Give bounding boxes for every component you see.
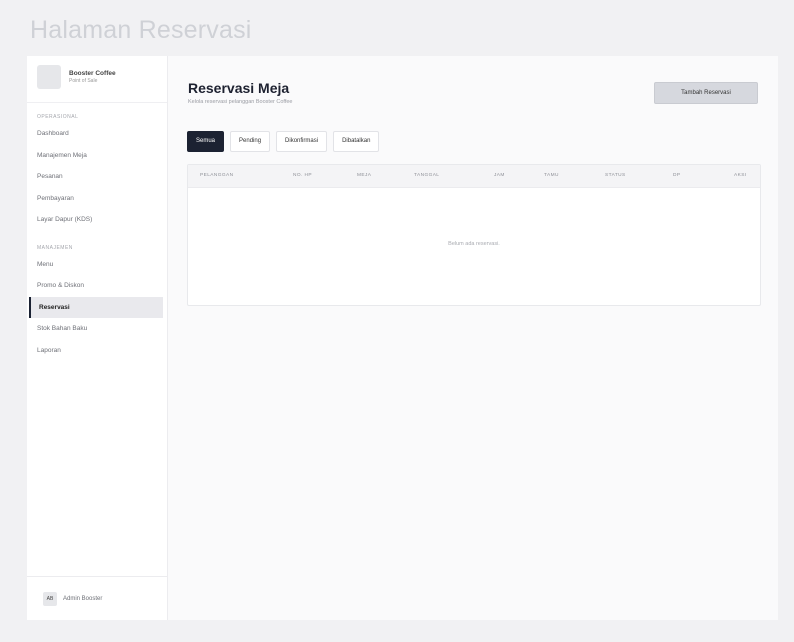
column-header-dp[interactable]: DP (673, 165, 680, 187)
app-window: Booster Coffee Point of Sale OPERASIONAL… (27, 56, 778, 620)
user-name: Admin Booster (63, 595, 103, 602)
brand-logo (37, 65, 61, 89)
sidebar-item-laporan[interactable]: Laporan (27, 340, 167, 362)
table-header: PELANGGAN NO. HP MEJA TANGGAL JAM TAMU S… (188, 165, 760, 188)
page-subtitle: Kelola reservasi pelanggan Booster Coffe… (188, 99, 293, 105)
sidebar-item-menu[interactable]: Menu (27, 254, 167, 276)
sidebar: Booster Coffee Point of Sale OPERASIONAL… (27, 56, 168, 620)
brand-name: Booster Coffee (69, 70, 116, 77)
page-heading: Halaman Reservasi (30, 16, 252, 44)
sidebar-item-dashboard[interactable]: Dashboard (27, 123, 167, 145)
main-content: Reservasi Meja Kelola reservasi pelangga… (168, 56, 778, 620)
nav-section-manajemen: MANAJEMEN (37, 244, 73, 251)
tab-dibatalkan[interactable]: Dibatalkan (333, 131, 380, 152)
empty-state-message: Belum ada reservasi. (448, 241, 500, 247)
column-header-jam[interactable]: JAM (494, 165, 505, 187)
column-header-status[interactable]: STATUS (605, 165, 626, 187)
page-title: Reservasi Meja (188, 80, 290, 96)
filter-tabs: Semua Pending Dikonfirmasi Dibatalkan (187, 131, 385, 152)
sidebar-item-pesanan[interactable]: Pesanan (27, 166, 167, 188)
sidebar-item-manajemen-meja[interactable]: Manajemen Meja (27, 145, 167, 167)
tab-semua[interactable]: Semua (187, 131, 225, 152)
avatar: AB (43, 591, 57, 606)
user-profile[interactable]: AB Admin Booster (27, 576, 167, 620)
sidebar-item-pembayaran[interactable]: Pembayaran (27, 188, 167, 210)
column-header-pelanggan[interactable]: PELANGGAN (200, 165, 233, 187)
tab-pending[interactable]: Pending (230, 131, 271, 152)
brand-subtitle: Point of Sale (69, 78, 98, 84)
column-header-meja[interactable]: MEJA (357, 165, 371, 187)
column-header-aksi: AKSI (734, 173, 747, 178)
column-header-no-hp[interactable]: NO. HP (293, 165, 312, 187)
column-header-tanggal[interactable]: TANGGAL (414, 165, 439, 187)
column-header-tamu[interactable]: TAMU (544, 165, 559, 187)
add-reservation-button[interactable]: Tambah Reservasi (654, 82, 758, 104)
sidebar-item-reservasi[interactable]: Reservasi (29, 296, 163, 318)
sidebar-item-promo-diskon[interactable]: Promo & Diskon (27, 275, 167, 297)
tab-dikonfirmasi[interactable]: Dikonfirmasi (276, 131, 328, 152)
reservations-table: PELANGGAN NO. HP MEJA TANGGAL JAM TAMU S… (187, 164, 761, 306)
divider (27, 102, 167, 103)
brand: Booster Coffee Point of Sale (27, 56, 167, 98)
sidebar-item-layar-dapur[interactable]: Layar Dapur (KDS) (27, 209, 167, 231)
sidebar-item-stok-bahan-baku[interactable]: Stok Bahan Baku (27, 318, 167, 340)
nav-section-operasional: OPERASIONAL (37, 114, 79, 120)
